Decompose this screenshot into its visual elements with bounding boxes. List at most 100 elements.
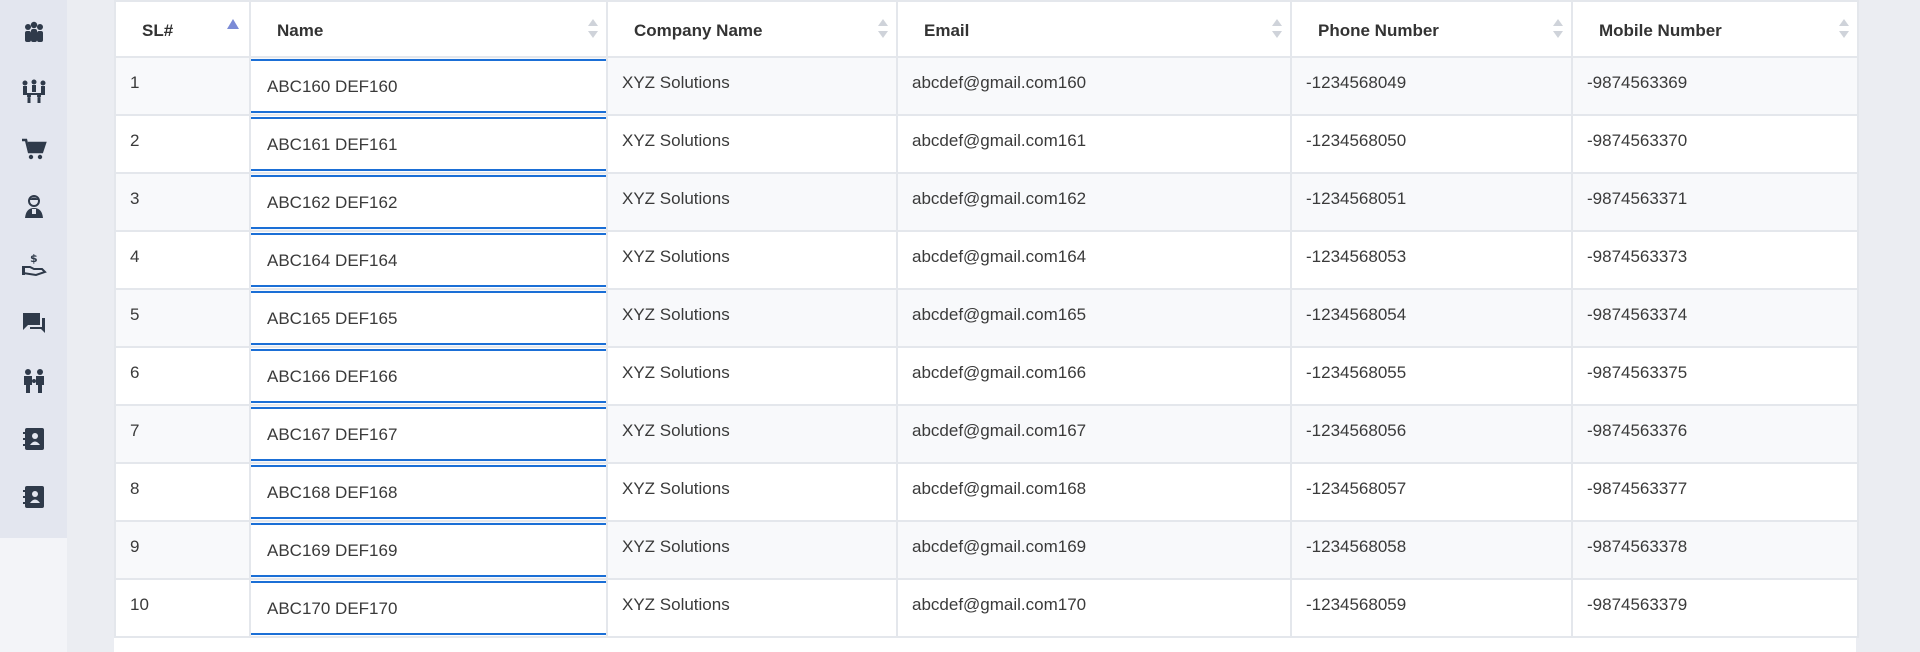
- cart-icon: [21, 138, 47, 160]
- sidebar-item-contacts[interactable]: [0, 410, 67, 468]
- cell-name[interactable]: ABC167 DEF167: [249, 407, 608, 461]
- cell-name-text: ABC167 DEF167: [267, 425, 398, 444]
- cell-phone: -1234568058: [1306, 537, 1407, 556]
- cell-name-text: ABC165 DEF165: [267, 309, 398, 328]
- cell-email: abcdef@gmail.com165: [912, 305, 1087, 324]
- cell-name[interactable]: ABC170 DEF170: [249, 581, 608, 635]
- cell-mobile: -9874563377: [1587, 479, 1688, 498]
- cell-sl: 3: [130, 189, 140, 208]
- table-row[interactable]: 2 ABC161 DEF161 XYZ Solutions abcdef@gma…: [114, 114, 1859, 174]
- column-header-sl[interactable]: SL#: [114, 0, 251, 58]
- cell-name[interactable]: ABC160 DEF160: [249, 59, 608, 113]
- cell-name[interactable]: ABC168 DEF168: [249, 465, 608, 519]
- column-header-label: Mobile Number: [1599, 21, 1722, 40]
- cell-email: abcdef@gmail.com168: [912, 479, 1087, 498]
- cell-name[interactable]: ABC166 DEF166: [249, 349, 608, 403]
- cell-name[interactable]: ABC169 DEF169: [249, 523, 608, 577]
- cell-company: XYZ Solutions: [622, 363, 730, 382]
- contact-book-icon: [22, 486, 44, 508]
- agent-icon: [24, 195, 43, 218]
- sidebar-item-contacts-2[interactable]: [0, 468, 67, 526]
- cell-sl: 2: [130, 131, 140, 150]
- table-header-row: SL# Name Company Name Email Phone Number…: [114, 0, 1859, 58]
- table-row[interactable]: 7 ABC167 DEF167 XYZ Solutions abcdef@gma…: [114, 404, 1859, 464]
- svg-text:$: $: [30, 252, 38, 265]
- column-header-label: Company Name: [634, 21, 763, 40]
- table-row[interactable]: 10 ABC170 DEF170 XYZ Solutions abcdef@gm…: [114, 578, 1859, 638]
- cell-name[interactable]: ABC161 DEF161: [249, 117, 608, 171]
- cell-name-text: ABC160 DEF160: [267, 77, 398, 96]
- cell-sl: 6: [130, 363, 140, 382]
- cell-phone: -1234568057: [1306, 479, 1407, 498]
- cell-company: XYZ Solutions: [622, 421, 730, 440]
- cell-mobile: -9874563370: [1587, 131, 1688, 150]
- table-row[interactable]: 8 ABC168 DEF168 XYZ Solutions abcdef@gma…: [114, 462, 1859, 522]
- cell-email: abcdef@gmail.com160: [912, 73, 1087, 92]
- cell-phone: -1234568056: [1306, 421, 1407, 440]
- sort-icon: [1553, 19, 1563, 41]
- cell-sl: 8: [130, 479, 140, 498]
- sidebar-item-payment[interactable]: $: [0, 236, 67, 294]
- sidebar-menu: $: [0, 0, 67, 538]
- cell-mobile: -9874563376: [1587, 421, 1688, 440]
- cell-company: XYZ Solutions: [622, 537, 730, 556]
- sidebar-item-team[interactable]: [0, 4, 67, 62]
- table-row[interactable]: 3 ABC162 DEF162 XYZ Solutions abcdef@gma…: [114, 172, 1859, 232]
- cell-email: abcdef@gmail.com166: [912, 363, 1087, 382]
- sidebar: $: [0, 0, 68, 652]
- cell-name[interactable]: ABC165 DEF165: [249, 291, 608, 345]
- contact-book-icon: [22, 428, 44, 450]
- cell-company: XYZ Solutions: [622, 479, 730, 498]
- cell-phone: -1234568049: [1306, 73, 1407, 92]
- column-header-phone[interactable]: Phone Number: [1290, 0, 1573, 58]
- cell-sl: 10: [130, 595, 149, 614]
- sidebar-item-organization[interactable]: [0, 62, 67, 120]
- cell-company: XYZ Solutions: [622, 73, 730, 92]
- cell-email: abcdef@gmail.com169: [912, 537, 1087, 556]
- cell-mobile: -9874563379: [1587, 595, 1688, 614]
- cell-name-text: ABC161 DEF161: [267, 135, 398, 154]
- cell-name-text: ABC164 DEF164: [267, 251, 398, 270]
- sidebar-item-family[interactable]: [0, 352, 67, 410]
- cell-phone: -1234568054: [1306, 305, 1407, 324]
- sort-icon: [1839, 19, 1849, 41]
- table-row[interactable]: 9 ABC169 DEF169 XYZ Solutions abcdef@gma…: [114, 520, 1859, 580]
- cell-sl: 5: [130, 305, 140, 324]
- cell-name[interactable]: ABC162 DEF162: [249, 175, 608, 229]
- column-header-email[interactable]: Email: [896, 0, 1292, 58]
- column-header-label: Name: [277, 21, 324, 40]
- table-row[interactable]: 5 ABC165 DEF165 XYZ Solutions abcdef@gma…: [114, 288, 1859, 348]
- cell-email: abcdef@gmail.com164: [912, 247, 1087, 266]
- sort-icon: [588, 19, 598, 41]
- payment-icon: $: [21, 252, 47, 277]
- cell-name-text: ABC162 DEF162: [267, 193, 398, 212]
- cell-sl: 1: [130, 73, 140, 92]
- chat-icon: [22, 313, 45, 333]
- table-row[interactable]: 1 ABC160 DEF160 XYZ Solutions abcdef@gma…: [114, 56, 1859, 116]
- table-row[interactable]: 4 ABC164 DEF164 XYZ Solutions abcdef@gma…: [114, 230, 1859, 290]
- cell-phone: -1234568050: [1306, 131, 1407, 150]
- sidebar-item-agent[interactable]: [0, 178, 67, 236]
- cell-company: XYZ Solutions: [622, 247, 730, 266]
- cell-name[interactable]: ABC164 DEF164: [249, 233, 608, 287]
- sort-icon: [1272, 19, 1282, 41]
- cell-sl: 7: [130, 421, 140, 440]
- column-header-name[interactable]: Name: [249, 0, 608, 58]
- column-header-mobile[interactable]: Mobile Number: [1571, 0, 1859, 58]
- cell-sl: 9: [130, 537, 140, 556]
- cell-name-text: ABC170 DEF170: [267, 599, 398, 618]
- cell-mobile: -9874563375: [1587, 363, 1688, 382]
- sort-ascending-icon: [227, 19, 239, 29]
- sidebar-item-chat[interactable]: [0, 294, 67, 352]
- cell-name-text: ABC169 DEF169: [267, 541, 398, 560]
- cell-email: abcdef@gmail.com170: [912, 595, 1087, 614]
- cell-company: XYZ Solutions: [622, 305, 730, 324]
- table-row[interactable]: 6 ABC166 DEF166 XYZ Solutions abcdef@gma…: [114, 346, 1859, 406]
- cell-mobile: -9874563369: [1587, 73, 1688, 92]
- cell-email: abcdef@gmail.com162: [912, 189, 1087, 208]
- column-header-company[interactable]: Company Name: [606, 0, 898, 58]
- column-header-label: SL#: [142, 21, 174, 40]
- cell-email: abcdef@gmail.com167: [912, 421, 1087, 440]
- sidebar-item-cart[interactable]: [0, 120, 67, 178]
- cell-phone: -1234568059: [1306, 595, 1407, 614]
